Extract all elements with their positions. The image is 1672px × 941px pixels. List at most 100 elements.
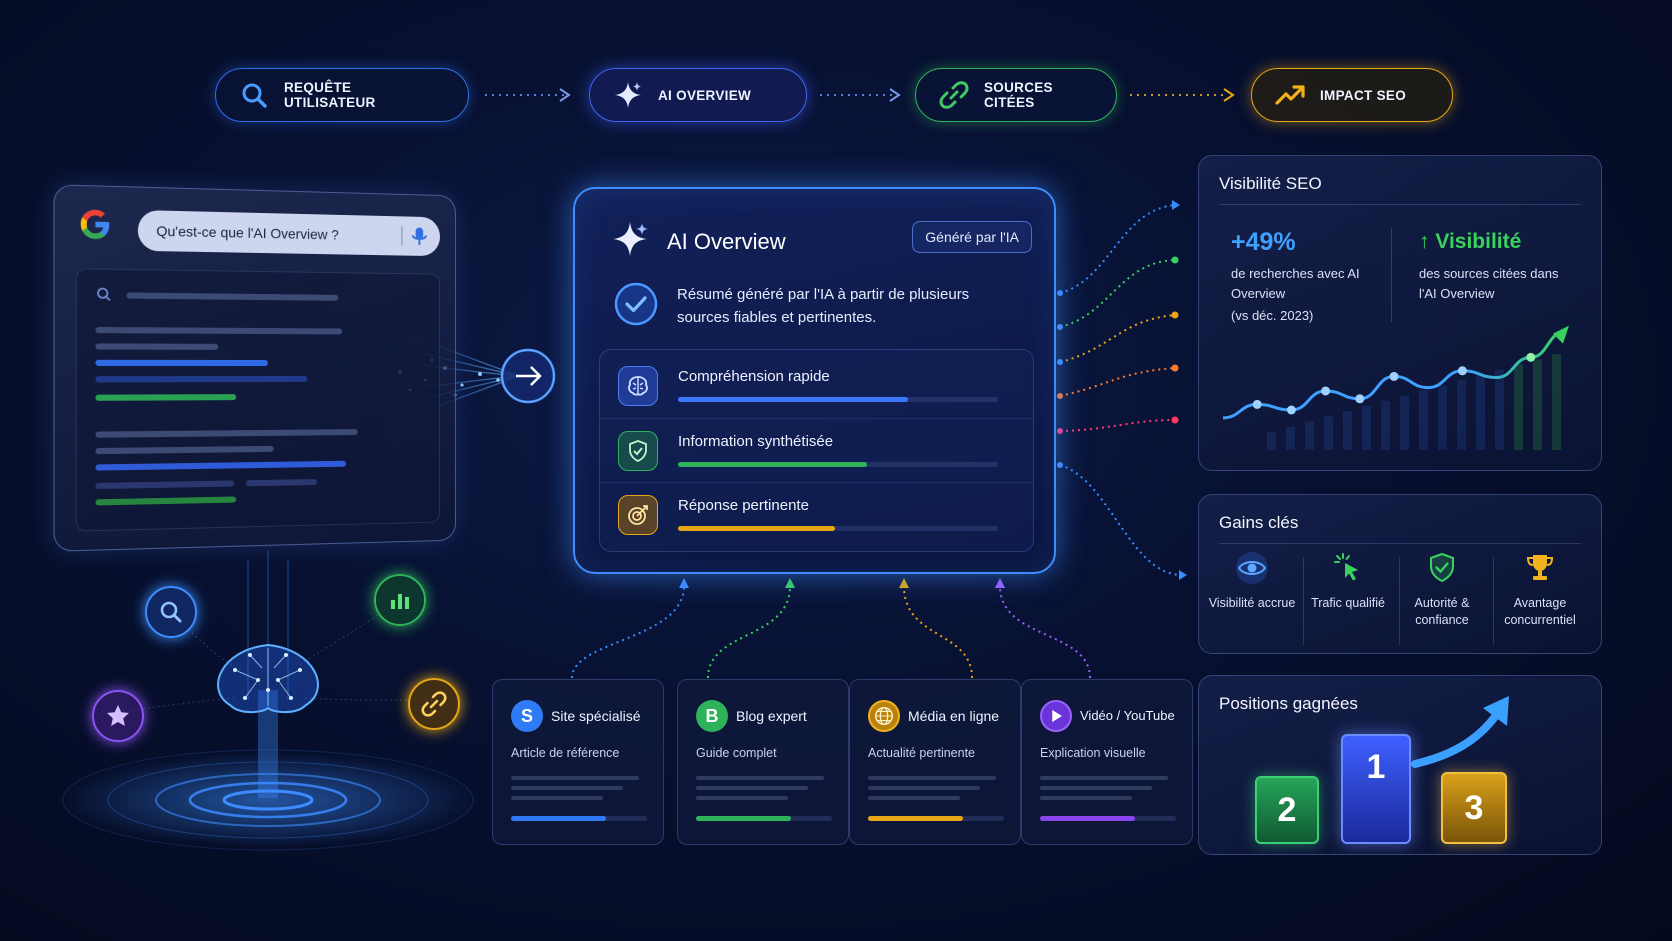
stat-searches-caption: de recherches avec AI Overview <box>1231 266 1360 301</box>
link-icon <box>939 81 969 109</box>
gain-competitive: Avantage concurrentiel <box>1493 551 1587 629</box>
gain-label: Autorité & confiance <box>1414 596 1470 627</box>
microphone-icon[interactable] <box>410 225 429 247</box>
seo-visibility-panel: Visibilité SEO +49% de recherches avec A… <box>1198 155 1602 471</box>
sparkle-icon <box>613 222 648 256</box>
source-desc: Actualité pertinente <box>868 746 976 760</box>
source-name: Blog expert <box>736 708 807 724</box>
background-bar <box>1438 385 1447 450</box>
search-input[interactable]: Qu'est-ce que l'AI Overview ? <box>137 210 441 257</box>
search-icon <box>242 83 267 108</box>
result-line <box>95 445 274 455</box>
panel-title: Gains clés <box>1219 513 1299 532</box>
source-progress <box>868 816 1004 821</box>
trophy-icon <box>1526 555 1554 580</box>
feature-row: Réponse pertinente <box>600 482 1033 546</box>
result-line <box>95 429 358 438</box>
gain-traffic: Trafic qualifié <box>1301 551 1395 612</box>
source-progress-fill <box>696 816 792 821</box>
eye-icon <box>1236 552 1268 584</box>
background-bar <box>1457 380 1466 450</box>
background-bar <box>1419 390 1428 450</box>
growth-arrow-icon <box>1411 696 1509 768</box>
feature-row: Compréhension rapide <box>600 354 1033 418</box>
data-point <box>1355 394 1365 404</box>
shield-check-icon <box>618 431 658 471</box>
result-line <box>95 359 268 367</box>
trend-up-icon <box>1275 85 1305 105</box>
background-bar <box>1343 411 1352 450</box>
bar-chart-icon <box>391 594 409 609</box>
generated-badge: Généré par l'IA <box>912 221 1032 253</box>
pipeline-step-label: IMPACT SEO <box>1320 87 1407 103</box>
sparkle-icon <box>615 82 641 108</box>
result-line <box>95 375 308 383</box>
result-line <box>95 480 235 490</box>
data-point <box>1286 405 1296 415</box>
background-bar <box>1305 421 1314 450</box>
data-point <box>1252 399 1262 409</box>
source-progress-fill <box>1040 816 1136 821</box>
ai-overview-card: AI Overview Généré par l'IA Résumé génér… <box>573 187 1056 574</box>
gain-visibility: Visibilité accrue <box>1205 551 1299 612</box>
search-icon <box>160 601 182 623</box>
panel-title: Positions gagnées <box>1219 694 1358 713</box>
shield-check-icon <box>1430 552 1454 583</box>
site-letter-icon: S <box>511 700 543 732</box>
background-bar <box>1552 354 1561 450</box>
feature-label: Information synthétisée <box>678 433 834 450</box>
gain-label: Visibilité accrue <box>1208 596 1296 610</box>
result-line <box>95 460 347 471</box>
result-line <box>246 479 317 487</box>
hologram-chart-orb <box>374 574 426 626</box>
data-point <box>1457 366 1467 376</box>
result-line <box>95 496 237 506</box>
background-bar <box>1533 359 1542 450</box>
search-results-panel: Qu'est-ce que l'AI Overview ? <box>53 184 456 552</box>
pipeline-step-sources: SOURCES CITÉES <box>915 68 1117 122</box>
result-line <box>126 292 339 301</box>
hologram-link-orb <box>408 678 460 730</box>
feature-list: Compréhension rapide Information synthét… <box>599 349 1034 552</box>
source-progress-fill <box>868 816 964 821</box>
pipeline-step-label: AI OVERVIEW <box>658 87 752 103</box>
source-progress <box>696 816 832 821</box>
link-icon <box>421 691 447 717</box>
stat-visibility-text: des sources citées dans l'AI Overview <box>1419 266 1559 301</box>
check-circle-icon <box>614 282 658 326</box>
ai-summary-text: Résumé généré par l'IA à partir de plusi… <box>677 286 970 326</box>
data-point <box>1389 371 1399 381</box>
feature-label: Réponse pertinente <box>678 497 809 514</box>
stat-visibility-value: ↑ Visibilité <box>1419 230 1522 253</box>
background-bar <box>1362 406 1371 450</box>
background-bar <box>1514 364 1523 450</box>
feature-progress <box>678 526 998 531</box>
podium-rank-3: 3 <box>1441 772 1507 844</box>
feature-progress <box>678 397 998 402</box>
source-progress <box>511 816 647 821</box>
feature-progress-fill <box>678 397 909 402</box>
google-logo-icon <box>80 209 110 240</box>
play-icon <box>1040 700 1072 732</box>
cursor-click-icon <box>1334 553 1358 581</box>
search-query-text: Qu'est-ce que l'AI Overview ? <box>156 222 339 243</box>
gain-label: Avantage concurrentiel <box>1504 596 1576 627</box>
hologram-search-orb <box>145 586 197 638</box>
ai-overview-title: AI Overview <box>667 229 786 254</box>
source-name: Média en ligne <box>908 708 1000 724</box>
source-desc: Guide complet <box>696 746 777 760</box>
feature-label: Compréhension rapide <box>678 368 830 385</box>
podium-rank-1: 1 <box>1341 734 1411 844</box>
source-card-media: Média en ligne Actualité pertinente <box>849 679 1021 845</box>
result-line <box>95 343 219 350</box>
key-gains-panel: Gains clés Visibilité accrue Trafic qual… <box>1198 494 1602 654</box>
feature-progress-fill <box>678 526 835 531</box>
panel-title: Visibilité SEO <box>1219 174 1322 193</box>
background-bar <box>1381 400 1390 450</box>
background-bar <box>1324 416 1333 450</box>
gain-authority: Autorité & confiance <box>1395 551 1489 629</box>
background-bar <box>1267 432 1276 450</box>
globe-icon <box>868 700 900 732</box>
source-name: Vidéo / YouTube <box>1080 708 1175 723</box>
source-desc: Article de référence <box>511 746 620 760</box>
